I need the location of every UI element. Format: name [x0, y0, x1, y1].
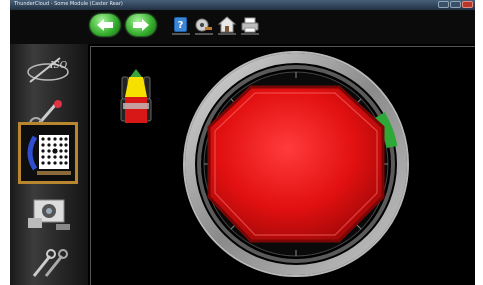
target-grid-icon [27, 135, 71, 175]
sidebar-item-camera-target[interactable] [20, 188, 76, 236]
home-icon[interactable] [218, 16, 236, 36]
sidebar-item-label: ISO [49, 61, 68, 71]
sidebar-item-alignment-iso[interactable]: ISO [20, 46, 76, 94]
sidebar-item-target-grid[interactable] [18, 122, 78, 184]
car-rear [125, 97, 147, 123]
arrow-left-icon [97, 19, 113, 31]
car-top-marker [130, 69, 142, 77]
tools-icon[interactable] [195, 16, 213, 36]
arrow-right-icon [133, 19, 149, 31]
title-bar: ThunderCloud - Some Module (Caster Rear) [10, 0, 475, 10]
print-icon[interactable] [241, 16, 259, 36]
maximize-icon[interactable] [450, 1, 461, 8]
back-button[interactable] [90, 14, 120, 36]
svg-text:?: ? [178, 20, 184, 31]
close-icon[interactable] [462, 1, 473, 8]
app-window: ThunderCloud - Some Module (Caster Rear)… [10, 0, 475, 285]
forward-button[interactable] [126, 14, 156, 36]
sidebar: ISO [10, 44, 88, 285]
status-octagon [207, 85, 385, 243]
car-icon [120, 69, 152, 123]
main-canvas [90, 46, 475, 285]
sidebar-item-wrench-tools[interactable] [20, 238, 76, 285]
alignment-display [120, 51, 409, 277]
minimize-icon[interactable] [438, 1, 449, 8]
window-title: ThunderCloud - Some Module (Caster Rear) [14, 1, 123, 7]
toolbar: ? [10, 10, 475, 44]
help-icon[interactable]: ? [172, 16, 190, 36]
